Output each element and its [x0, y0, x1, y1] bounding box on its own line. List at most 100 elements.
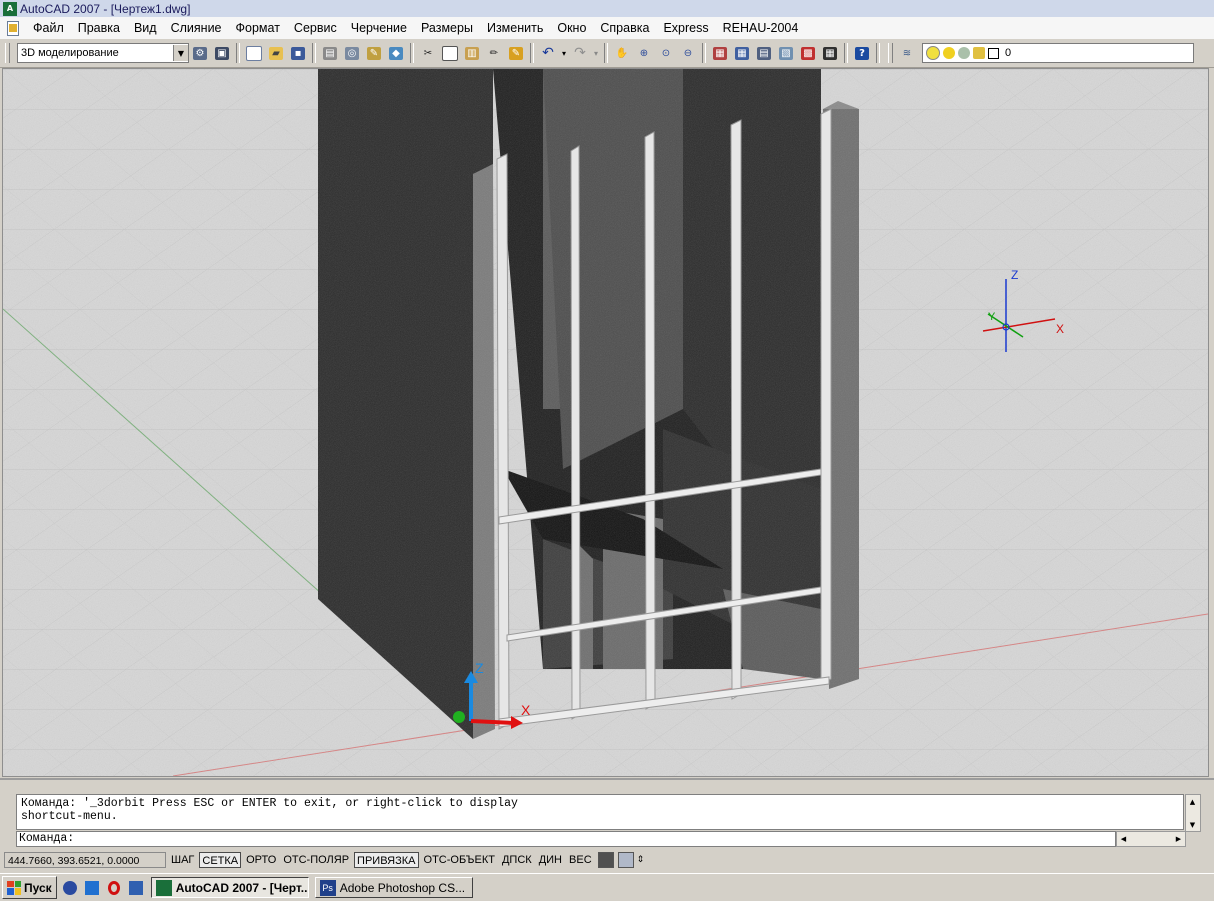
command-horizontal-scrollbar[interactable]: ◀ ▶	[1116, 831, 1186, 847]
markup-icon[interactable]: ▩	[798, 43, 818, 63]
paste-icon[interactable]: ▥	[462, 43, 482, 63]
zoom-window-icon[interactable]: ⊙	[656, 43, 676, 63]
layer-manager-icon[interactable]: ≋	[897, 43, 917, 63]
design-center-icon[interactable]: ▦	[732, 43, 752, 63]
dyn-toggle[interactable]: ДИН	[537, 852, 564, 868]
photoshop-icon: Ps	[319, 879, 336, 896]
help-icon[interactable]: ?	[852, 43, 872, 63]
model-space-icon[interactable]	[597, 852, 614, 868]
sheet-set-icon[interactable]: ▧	[776, 43, 796, 63]
workspace-value: 3D моделирование	[21, 47, 119, 59]
zoom-previous-icon[interactable]: ⊖	[678, 43, 698, 63]
origin-x-label: X	[521, 702, 531, 718]
origin-z-label: Z	[475, 660, 484, 676]
texture-noise	[3, 69, 1208, 776]
lineweight-toggle[interactable]: ВЕС	[567, 852, 594, 868]
lock-icon[interactable]	[973, 47, 985, 59]
workspace-settings-icon[interactable]: ⚙	[190, 43, 210, 63]
menu-tools[interactable]: Сервис	[287, 17, 344, 39]
autocad-app-icon[interactable]: A	[3, 1, 17, 16]
workspace-save-icon[interactable]: ▣	[212, 43, 232, 63]
document-icon[interactable]	[4, 20, 20, 36]
cut-icon[interactable]: ✂	[418, 43, 438, 63]
print-preview-icon[interactable]: ◎	[342, 43, 362, 63]
ducs-toggle[interactable]: ДПСК	[500, 852, 534, 868]
menu-express[interactable]: Express	[656, 17, 715, 39]
properties-icon[interactable]: ▦	[710, 43, 730, 63]
redo-icon[interactable]: ↷	[570, 43, 590, 63]
task-autocad-label: AutoCAD 2007 - [Черт...	[175, 880, 309, 895]
menu-file[interactable]: Файл	[26, 17, 71, 39]
ucs-z-label: Z	[1011, 268, 1018, 282]
undo-icon[interactable]: ↶	[538, 43, 558, 63]
menu-window[interactable]: Окно	[550, 17, 593, 39]
coordinates-display[interactable]: 444.7660, 393.6521, 0.0000	[4, 852, 166, 868]
autocad-icon	[155, 879, 172, 896]
command-vertical-scrollbar[interactable]: ▲ ▼	[1185, 794, 1201, 832]
layout-icon[interactable]	[617, 852, 634, 868]
task-photoshop[interactable]: Ps Adobe Photoshop CS...	[314, 877, 473, 898]
menu-help[interactable]: Справка	[593, 17, 656, 39]
quick-launch-app-icon[interactable]	[83, 879, 101, 897]
block-editor-icon[interactable]: ✎	[506, 43, 526, 63]
tool-palettes-icon[interactable]: ▤	[754, 43, 774, 63]
menu-format[interactable]: Формат	[229, 17, 287, 39]
save-icon[interactable]: ▪	[288, 43, 308, 63]
opera-icon[interactable]	[105, 879, 123, 897]
scroll-down-icon[interactable]: ▼	[1186, 818, 1199, 831]
zoom-realtime-icon[interactable]: ⊕	[634, 43, 654, 63]
menu-draw[interactable]: Черчение	[344, 17, 414, 39]
light-bulb-icon[interactable]	[926, 46, 940, 60]
command-prompt[interactable]: Команда:	[16, 831, 1116, 847]
drawing-viewport[interactable]: Z X Z X Y	[2, 68, 1209, 777]
model-canvas[interactable]: Z X Z X Y	[3, 69, 1208, 776]
toolbar-grip[interactable]	[5, 43, 10, 63]
menu-view[interactable]: Вид	[127, 17, 164, 39]
start-button[interactable]: Пуск	[2, 876, 57, 899]
menu-edit[interactable]: Правка	[71, 17, 127, 39]
toolbar-grip-2[interactable]	[888, 43, 893, 63]
network-tool-icon[interactable]	[127, 879, 145, 897]
layer-name: 0	[1005, 47, 1012, 59]
windows-taskbar: Пуск AutoCAD 2007 - [Черт... Ps Adobe Ph…	[0, 873, 1214, 901]
layer-dropdown[interactable]: 0	[922, 43, 1194, 63]
new-icon[interactable]	[244, 43, 264, 63]
redo-dropdown-icon[interactable]: ▾	[592, 43, 600, 63]
layer-color-swatch	[988, 47, 999, 59]
scroll-left-icon[interactable]: ◀	[1117, 832, 1130, 845]
menu-merge[interactable]: Слияние	[164, 17, 229, 39]
ortho-toggle[interactable]: ОРТО	[244, 852, 278, 868]
menu-rehau[interactable]: REHAU-2004	[716, 17, 806, 39]
calculator-icon[interactable]: ▦	[820, 43, 840, 63]
menu-modify[interactable]: Изменить	[480, 17, 550, 39]
undo-dropdown-icon[interactable]: ▾	[560, 43, 568, 63]
snap-toggle[interactable]: ШАГ	[169, 852, 196, 868]
otrack-toggle[interactable]: ОТС-ОБЪЕКТ	[422, 852, 497, 868]
scroll-right-icon[interactable]: ▶	[1172, 832, 1185, 845]
sun-icon[interactable]	[943, 47, 955, 59]
osnap-toggle[interactable]: ПРИВЯЗКА	[354, 852, 419, 868]
3d-dwf-icon[interactable]: ◆	[386, 43, 406, 63]
status-menu-icon[interactable]: ⇕	[637, 855, 645, 865]
standard-toolbar: 3D моделирование ▼ ⚙ ▣ ▰ ▪ ▤ ◎ ✎ ◆ ✂ ▥ ✏…	[0, 39, 1214, 68]
task-autocad[interactable]: AutoCAD 2007 - [Черт...	[150, 877, 309, 898]
copy-icon[interactable]	[440, 43, 460, 63]
ucs-x-label: X	[1056, 322, 1064, 336]
pan-icon[interactable]: ✋	[612, 43, 632, 63]
freeze-viewport-icon[interactable]	[958, 47, 970, 59]
match-properties-icon[interactable]: ✏	[484, 43, 504, 63]
menu-dimension[interactable]: Размеры	[414, 17, 480, 39]
status-bar: 444.7660, 393.6521, 0.0000 ШАГ СЕТКА ОРТ…	[0, 849, 1214, 871]
print-icon[interactable]: ▤	[320, 43, 340, 63]
publish-icon[interactable]: ✎	[364, 43, 384, 63]
chevron-down-icon[interactable]: ▼	[173, 45, 188, 61]
open-icon[interactable]: ▰	[266, 43, 286, 63]
grid-toggle[interactable]: СЕТКА	[199, 852, 242, 868]
window-title: AutoCAD 2007 - [Чертеж1.dwg]	[20, 1, 191, 16]
workspace-dropdown[interactable]: 3D моделирование ▼	[17, 43, 189, 63]
scroll-up-icon[interactable]: ▲	[1186, 795, 1199, 808]
title-bar: A AutoCAD 2007 - [Чертеж1.dwg]	[0, 0, 1214, 17]
media-player-icon[interactable]	[61, 879, 79, 897]
polar-toggle[interactable]: ОТС-ПОЛЯР	[281, 852, 351, 868]
command-window: Команда: '_3dorbit Press ESC or ENTER to…	[0, 778, 1214, 850]
